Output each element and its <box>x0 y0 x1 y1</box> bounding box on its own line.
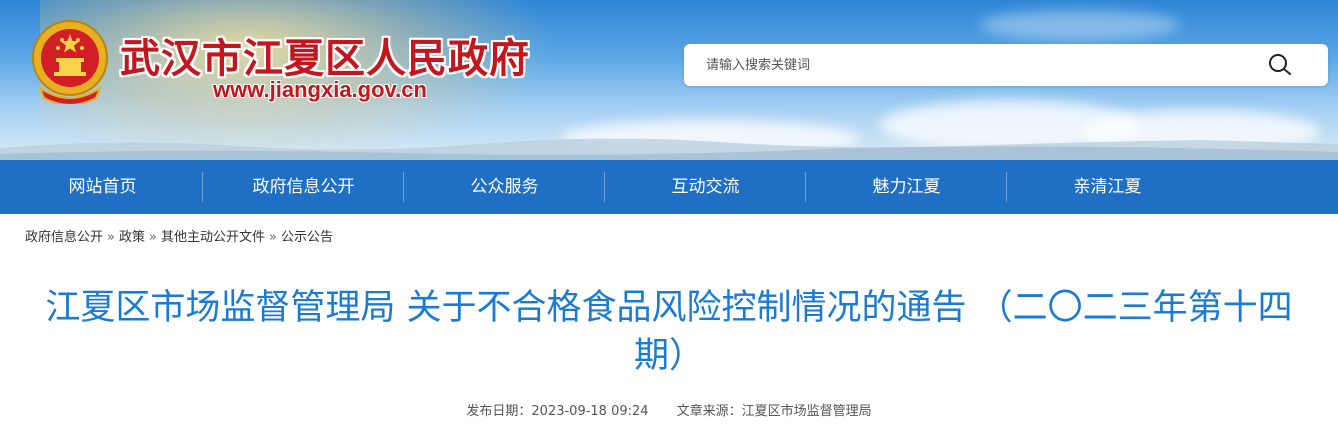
breadcrumb-separator: » <box>268 230 277 245</box>
nav-item-qinqing-jiangxia[interactable]: 亲清江夏 <box>1007 160 1208 214</box>
article-source: 江夏区市场监督管理局 <box>741 404 872 419</box>
publish-date-label: 发布日期： <box>466 404 532 419</box>
breadcrumb-link[interactable]: 政府信息公开 <box>25 230 103 245</box>
nav-item-public-service[interactable]: 公众服务 <box>404 160 605 214</box>
main-nav: 网站首页 政府信息公开 公众服务 互动交流 魅力江夏 亲清江夏 <box>0 160 1338 214</box>
nav-item-charm-jiangxia[interactable]: 魅力江夏 <box>806 160 1007 214</box>
national-emblem-icon <box>32 20 108 104</box>
nav-item-home[interactable]: 网站首页 <box>2 160 203 214</box>
site-url[interactable]: www.jiangxia.gov.cn <box>213 77 427 103</box>
article-meta: 发布日期：2023-09-18 09:24 文章来源：江夏区市场监督管理局 <box>0 400 1338 419</box>
header-banner: 武汉市江夏区人民政府 www.jiangxia.gov.cn <box>0 0 1338 160</box>
publish-date: 2023-09-18 09:24 <box>531 404 649 419</box>
search-box <box>684 44 1328 86</box>
search-input[interactable] <box>706 44 1246 86</box>
breadcrumb-link[interactable]: 政策 <box>119 230 145 245</box>
breadcrumb-link[interactable]: 公示公告 <box>281 230 333 245</box>
breadcrumb-link[interactable]: 其他主动公开文件 <box>161 230 265 245</box>
nav-item-gov-info[interactable]: 政府信息公开 <box>203 160 404 214</box>
banner-hills <box>0 138 1338 160</box>
source-label: 文章来源： <box>676 404 742 419</box>
breadcrumb: 政府信息公开» 政策» 其他主动公开文件» 公示公告 <box>25 226 333 245</box>
nav-item-interaction[interactable]: 互动交流 <box>605 160 806 214</box>
breadcrumb-separator: » <box>107 230 115 245</box>
site-title: 武汉市江夏区人民政府 <box>120 35 530 82</box>
article-title: 江夏区市场监督管理局 关于不合格食品风险控制情况的通告 （二〇二三年第十四期） <box>45 288 1293 376</box>
banner-cloud <box>980 10 1180 40</box>
search-icon[interactable] <box>1268 53 1294 77</box>
breadcrumb-separator: » <box>149 230 157 245</box>
